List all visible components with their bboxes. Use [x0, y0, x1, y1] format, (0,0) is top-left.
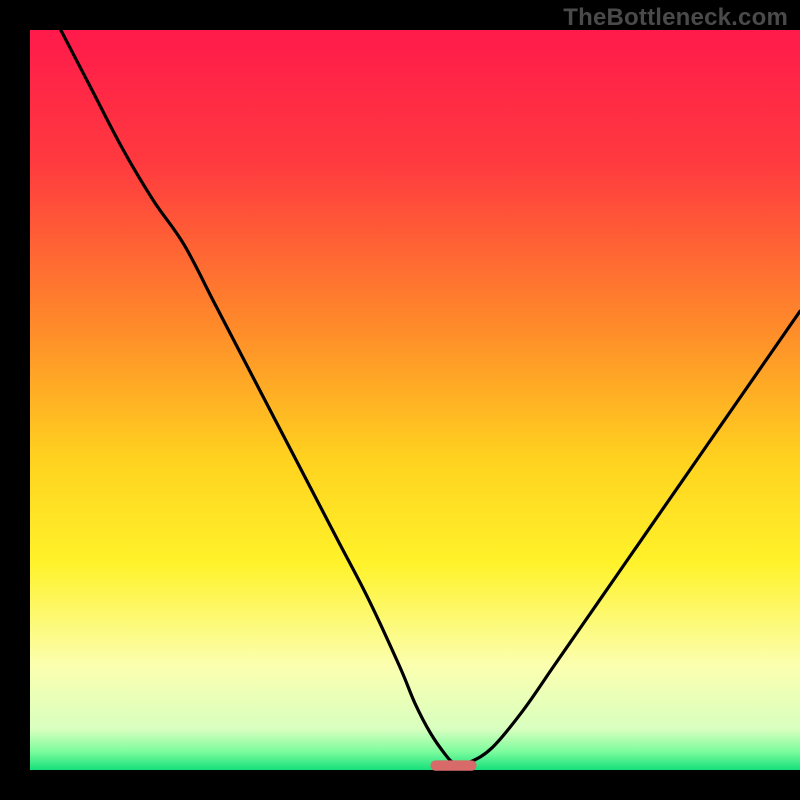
bottleneck-chart [0, 0, 800, 800]
chart-frame: TheBottleneck.com [0, 0, 800, 800]
optimal-marker [430, 760, 476, 770]
plot-background [30, 30, 800, 770]
watermark-label: TheBottleneck.com [563, 4, 788, 32]
